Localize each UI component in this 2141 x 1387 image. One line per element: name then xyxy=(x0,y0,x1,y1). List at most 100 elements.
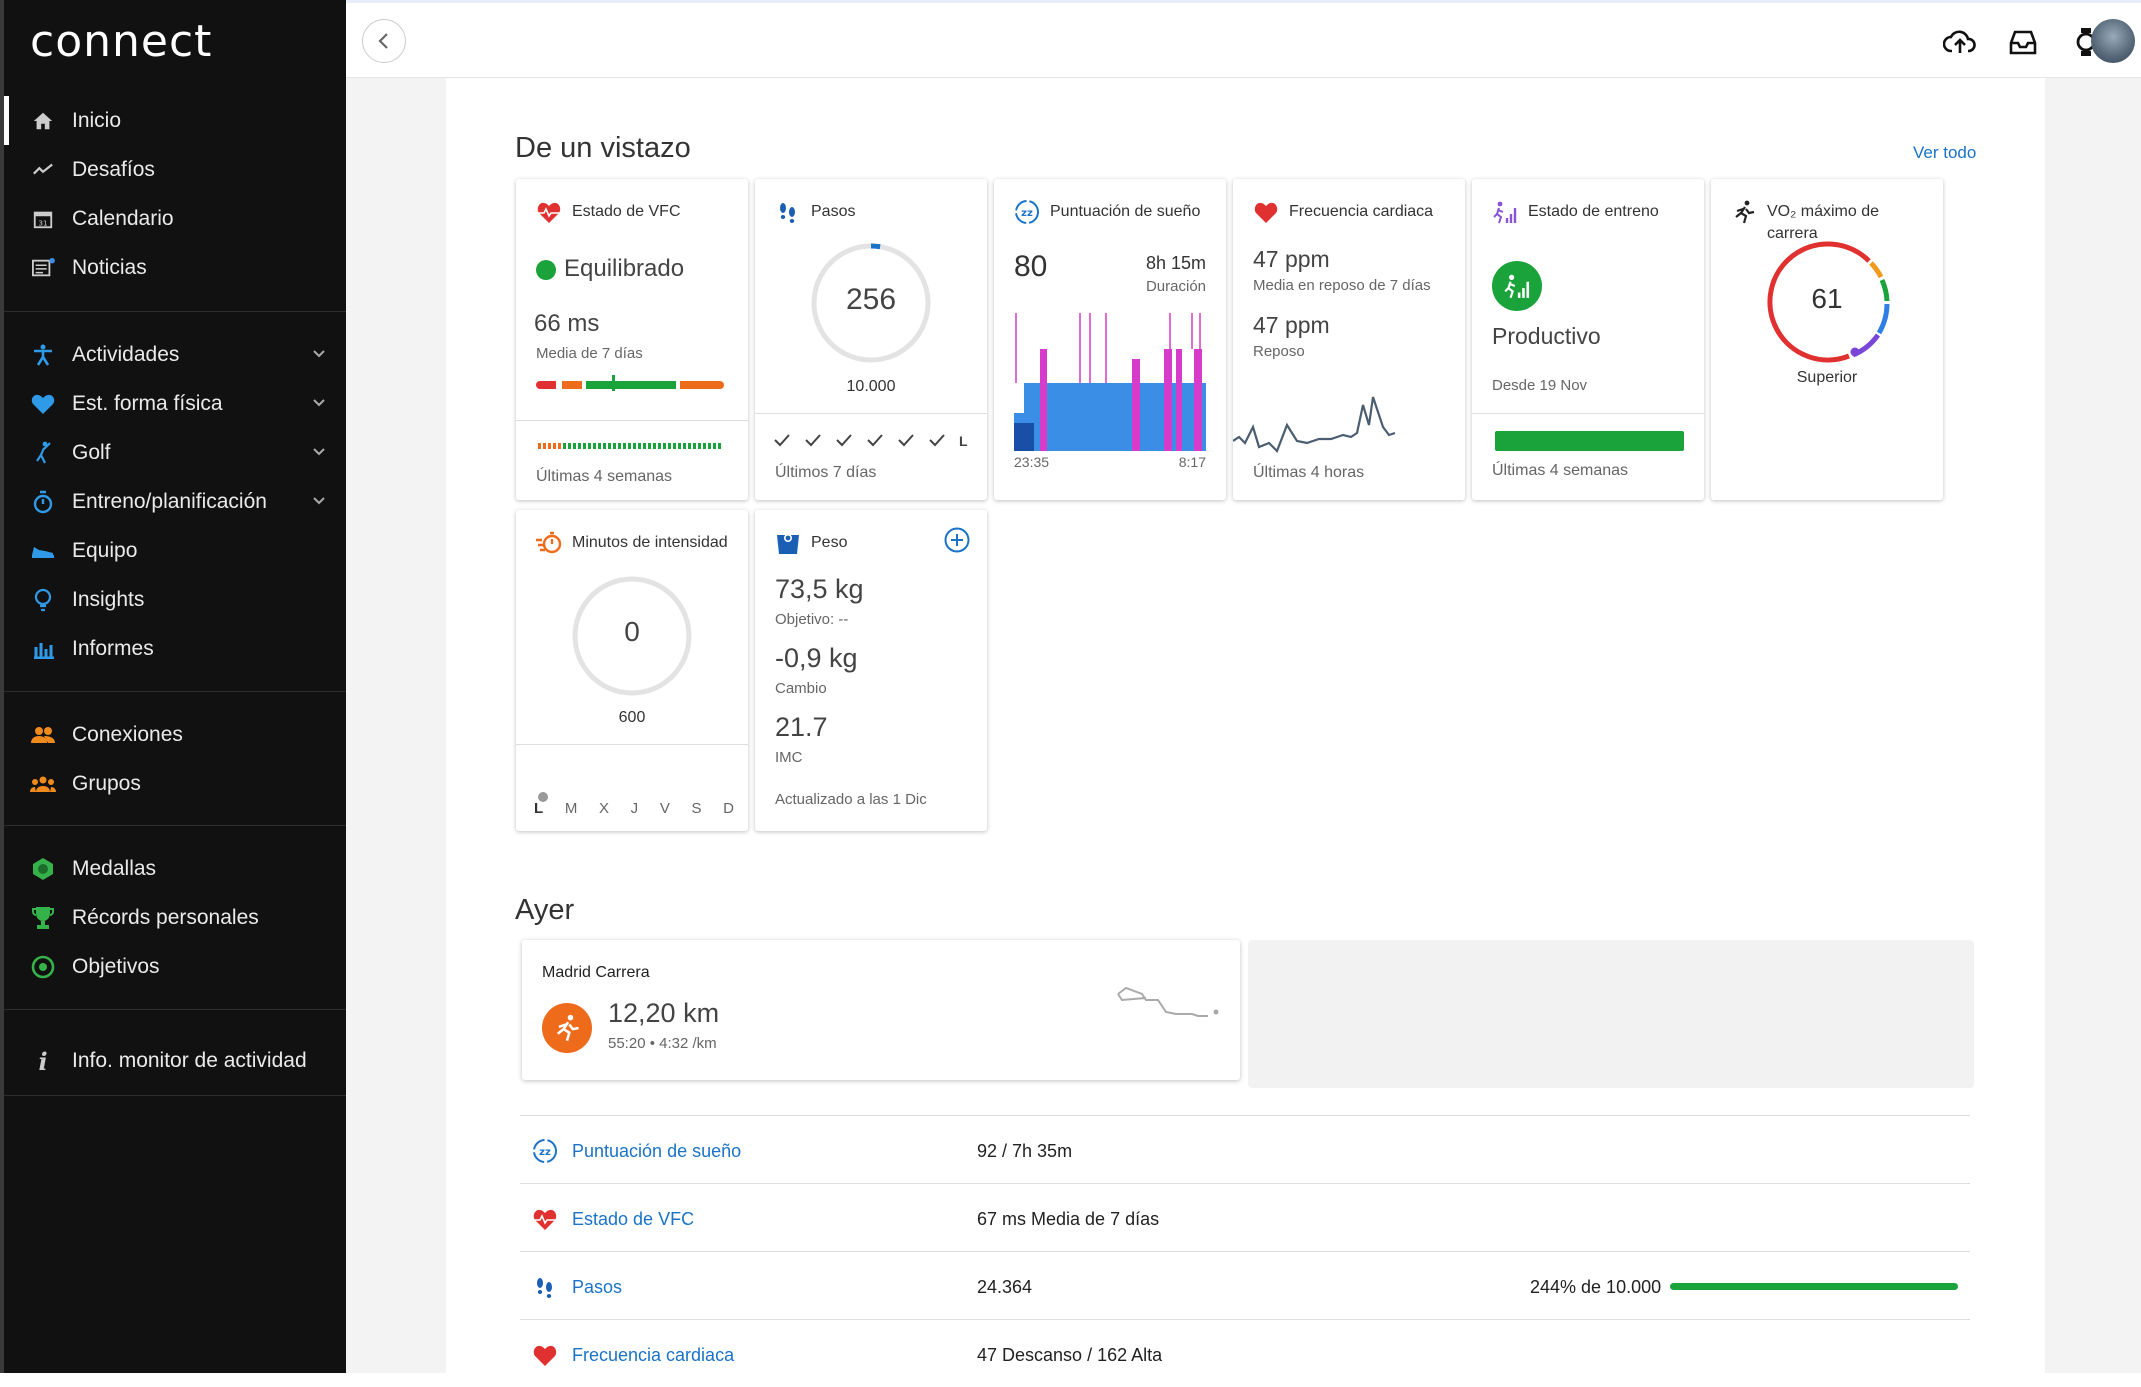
nav-item-desafios[interactable]: Desafíos xyxy=(4,145,346,194)
upload-button[interactable] xyxy=(1943,25,1977,59)
calendar-icon: 31 xyxy=(30,206,56,232)
card-title: Estado de VFC xyxy=(572,203,681,220)
badge-icon xyxy=(30,856,56,882)
chevron-down-icon xyxy=(313,448,325,456)
nav-item-calendario[interactable]: 31 Calendario xyxy=(4,194,346,243)
heart-rate-card[interactable]: Frecuencia cardiaca 47 ppm Media en repo… xyxy=(1233,179,1465,500)
check-icon xyxy=(774,434,790,447)
summary-link[interactable]: Pasos xyxy=(572,1277,622,1298)
nav-item-medallas[interactable]: Medallas xyxy=(4,844,346,893)
nav-item-grupos[interactable]: Grupos xyxy=(4,759,346,808)
summary-row-hrv[interactable]: Estado de VFC 67 ms Media de 7 días xyxy=(520,1183,1970,1251)
sleep-card[interactable]: zz Puntuación de sueño 80 8h 15m Duració… xyxy=(994,179,1226,500)
nav-item-conexiones[interactable]: Conexiones xyxy=(4,710,346,759)
card-title: Estado de entreno xyxy=(1528,203,1659,220)
heart-icon xyxy=(30,391,56,417)
activity-card[interactable]: Madrid Carrera 12,20 km 55:20 • 4:32 /km xyxy=(522,940,1240,1080)
training-status-icon xyxy=(1493,201,1517,224)
steps-progress-track xyxy=(1670,1283,1958,1290)
nav-group-info: i Info. monitor de actividad xyxy=(4,1028,346,1096)
intensity-value: 0 xyxy=(624,616,640,647)
bar-chart-icon xyxy=(30,636,56,662)
nav-item-actividades[interactable]: Actividades xyxy=(4,330,346,379)
check-icon xyxy=(898,434,914,447)
info-icon: i xyxy=(38,1046,48,1076)
collapse-sidebar-button[interactable] xyxy=(362,19,406,63)
inbox-icon xyxy=(2009,30,2037,55)
intensity-goal: 600 xyxy=(618,709,646,726)
day-label: X xyxy=(598,800,609,817)
nav-label: Noticias xyxy=(72,255,147,279)
hr-line-chart xyxy=(1233,396,1396,453)
nav-item-inicio[interactable]: Inicio xyxy=(4,96,346,145)
day-label: M xyxy=(564,800,578,817)
nav-group-main: Inicio Desafíos 31 Calendario Noticias xyxy=(4,96,346,312)
summary-value: 67 ms Media de 7 días xyxy=(977,1209,1160,1229)
intensity-minutes-card[interactable]: Minutos de intensidad 0 600 L M X J V S … xyxy=(516,510,748,831)
chevron-left-icon xyxy=(378,33,388,49)
hrv-value: 66 ms xyxy=(534,310,600,337)
check-icon xyxy=(867,434,883,447)
vo2max-card[interactable]: VO₂ máximo de carrera 61 Superior xyxy=(1711,179,1943,500)
add-weight-button[interactable] xyxy=(943,526,971,554)
hr-rest-label: Reposo xyxy=(1253,343,1305,360)
bmi-label: IMC xyxy=(775,749,803,766)
nav-label: Objetivos xyxy=(72,954,160,978)
nav-item-objetivos[interactable]: Objetivos xyxy=(4,942,346,991)
steps-value: 256 xyxy=(845,283,897,316)
nav-item-noticias[interactable]: Noticias xyxy=(4,243,346,292)
hrv-card[interactable]: Estado de VFC Equilibrado 66 ms Media de… xyxy=(516,179,748,500)
summary-row-sleep[interactable]: zz Puntuación de sueño 92 / 7h 35m xyxy=(520,1115,1970,1183)
hrv-icon xyxy=(533,1209,557,1230)
summary-link[interactable]: Frecuencia cardiaca xyxy=(572,1345,734,1366)
golf-icon xyxy=(30,440,56,466)
today-label: L xyxy=(959,433,968,449)
nav-label: Insights xyxy=(72,587,145,611)
nav-group-social: Conexiones Grupos xyxy=(4,710,346,826)
lightbulb-icon xyxy=(30,587,56,613)
sleep-duration-label: Duración xyxy=(1145,278,1206,295)
connect-logo[interactable]: connect xyxy=(30,16,212,67)
card-footer: Últimas 4 semanas xyxy=(1492,462,1629,479)
nav-item-equipo[interactable]: Equipo xyxy=(4,526,346,575)
weight-card[interactable]: Peso 73,5 kg Objetivo: -- -0,9 kg Cambio… xyxy=(755,510,987,831)
inbox-button[interactable] xyxy=(2006,25,2040,59)
nav-item-golf[interactable]: Golf xyxy=(4,428,346,477)
heart-icon xyxy=(1254,202,1278,223)
nav-item-insights[interactable]: Insights xyxy=(4,575,346,624)
productive-icon xyxy=(1492,261,1542,311)
steps-week-checks: L xyxy=(773,433,968,449)
view-all-link[interactable]: Ver todo xyxy=(1913,143,1976,163)
nav-item-informes[interactable]: Informes xyxy=(4,624,346,673)
home-icon xyxy=(30,108,56,134)
user-avatar[interactable] xyxy=(2091,19,2135,63)
summary-link[interactable]: Puntuación de sueño xyxy=(572,1141,741,1162)
sidebar: connect Inicio Desafíos 31 Calendario No… xyxy=(0,0,346,1373)
target-icon xyxy=(30,954,56,980)
svg-text:31: 31 xyxy=(38,218,47,227)
sleep-end: 8:17 xyxy=(1178,454,1206,470)
hrv-heart-icon xyxy=(537,202,561,223)
nav-label: Récords personales xyxy=(72,905,259,929)
card-footer: Últimas 4 semanas xyxy=(536,468,673,485)
nav-item-info-monitor[interactable]: i Info. monitor de actividad xyxy=(4,1028,346,1094)
summary-row-heart-rate[interactable]: Frecuencia cardiaca 47 Descanso / 162 Al… xyxy=(520,1319,1970,1387)
sleep-icon: zz xyxy=(1015,200,1039,224)
training-status-card[interactable]: Estado de entreno Productivo Desde 19 No… xyxy=(1472,179,1704,500)
nav-item-forma-fisica[interactable]: Est. forma física xyxy=(4,379,346,428)
page-margin-right xyxy=(2045,78,2141,1373)
summary-link[interactable]: Estado de VFC xyxy=(572,1209,694,1230)
card-title: Pasos xyxy=(811,203,856,220)
nav-label: Inicio xyxy=(72,108,122,132)
nav-label: Entreno/planificación xyxy=(72,489,267,513)
day-label: J xyxy=(630,800,639,817)
page-margin-left xyxy=(346,78,446,1373)
summary-value: 92 / 7h 35m xyxy=(977,1141,1073,1161)
summary-row-steps[interactable]: Pasos 24.364 244% de 10.000 xyxy=(520,1251,1970,1319)
nav-item-entreno[interactable]: Entreno/planificación xyxy=(4,477,346,526)
nav-item-records[interactable]: Récords personales xyxy=(4,893,346,942)
steps-card[interactable]: Pasos 256 10.000 L Últimos 7 días xyxy=(755,179,987,500)
card-footer: Últimas 4 horas xyxy=(1253,464,1365,481)
card-title: Minutos de intensidad xyxy=(572,534,728,551)
steps-progress-fill xyxy=(1670,1283,1958,1290)
